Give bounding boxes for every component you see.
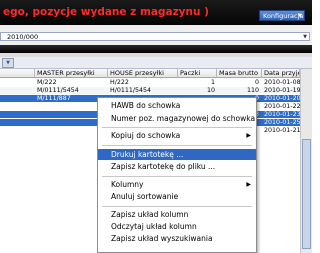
scrollbar-thumb[interactable] xyxy=(302,139,311,249)
cell-date: 2010-01-25 xyxy=(264,119,300,126)
cell-gross-mass: 0 xyxy=(254,79,259,86)
cell-parcels: 10 xyxy=(206,87,215,94)
filter-combo[interactable]: 2010/000 ▼ xyxy=(0,32,310,41)
cell-date: 2010-01-08 xyxy=(264,79,300,86)
chevron-right-icon: ▶ xyxy=(246,132,251,139)
menu-item-zapisz-plik[interactable]: Zapisz kartotekę do pliku ... xyxy=(98,161,256,172)
menu-item-numer[interactable]: Numer poz. magazynowej do schowka xyxy=(98,113,256,124)
menu-item-label: Kopiuj do schowka xyxy=(111,131,181,140)
menu-item-zapisz-wyszukiwania[interactable]: Zapisz układ wyszukiwania xyxy=(98,233,256,244)
menu-item-anuluj[interactable]: Anuluj sortowanie xyxy=(98,191,256,202)
cell-master: M/0111/5454 xyxy=(37,87,79,94)
cell-gross-mass: 110 xyxy=(246,87,259,94)
column-header-gross-mass[interactable]: Masa brutto xyxy=(217,69,262,78)
configuration-button[interactable]: Konfiguracja ▼ xyxy=(259,10,305,21)
menu-item-drukuj[interactable]: Drukuj kartotekę ... xyxy=(98,149,256,160)
menu-item-hawb[interactable]: HAWB do schowka xyxy=(98,100,256,111)
table-row[interactable]: M/222 H/222 1 0 2010-01-08 xyxy=(0,79,300,86)
cell-house: H/222 xyxy=(110,79,129,86)
vertical-scrollbar[interactable] xyxy=(300,69,312,253)
filter-toolbar: 2010/000 ▼ xyxy=(0,25,312,46)
cell-date: 2010-01-22 xyxy=(264,103,300,110)
cell-date: 2010-01-23 xyxy=(264,111,300,118)
column-header-house[interactable]: HOUSE przesyłki xyxy=(108,69,178,78)
menu-item-odczytaj-uklad[interactable]: Odczytaj układ kolumn xyxy=(98,221,256,232)
cell-date: 2010-01-19 xyxy=(264,87,300,94)
context-menu: HAWB do schowka Numer poz. magazynowej d… xyxy=(97,97,257,253)
cell-date: 2010-01-21 xyxy=(264,127,300,134)
chevron-down-icon[interactable]: ▼ xyxy=(2,58,14,68)
menu-item-label: Kolumny xyxy=(111,180,144,189)
filter-value: 2010/000 xyxy=(7,33,39,41)
column-header-date[interactable]: Data przyjęcia xyxy=(262,69,300,78)
menu-item-kopiuj[interactable]: Kopiuj do schowka ▶ xyxy=(98,130,256,141)
menu-item-zapisz-uklad[interactable]: Zapisz układ kolumn xyxy=(98,209,256,220)
cell-date: 2010-01-20 xyxy=(264,95,300,102)
chevron-down-icon: ▼ xyxy=(298,13,302,19)
cell-master: M/222 xyxy=(37,79,57,86)
chevron-down-icon[interactable]: ▼ xyxy=(303,33,307,41)
section-band xyxy=(0,45,312,53)
column-header-master[interactable]: MASTER przesyłki xyxy=(35,69,108,78)
table-row[interactable]: M/0111/5454 H/0111/5454 10 110 2010-01-1… xyxy=(0,87,300,94)
menu-item-kolumny[interactable]: Kolumny ▶ xyxy=(98,179,256,190)
chevron-right-icon: ▶ xyxy=(246,181,251,188)
grid-toolbar: ▼ xyxy=(0,57,312,69)
cell-parcels: 1 xyxy=(210,79,215,86)
cell-house: H/0111/5454 xyxy=(110,87,152,94)
menu-separator xyxy=(102,206,252,207)
menu-separator xyxy=(102,145,252,146)
column-header-parcels[interactable]: Paczki xyxy=(178,69,217,78)
window-title: ego, pozycje wydane z magazynu ) xyxy=(3,6,209,18)
column-header-blank[interactable] xyxy=(0,69,35,78)
menu-separator xyxy=(102,176,252,177)
menu-separator xyxy=(102,127,252,128)
title-bar: ego, pozycje wydane z magazynu ) Konfigu… xyxy=(0,0,312,25)
